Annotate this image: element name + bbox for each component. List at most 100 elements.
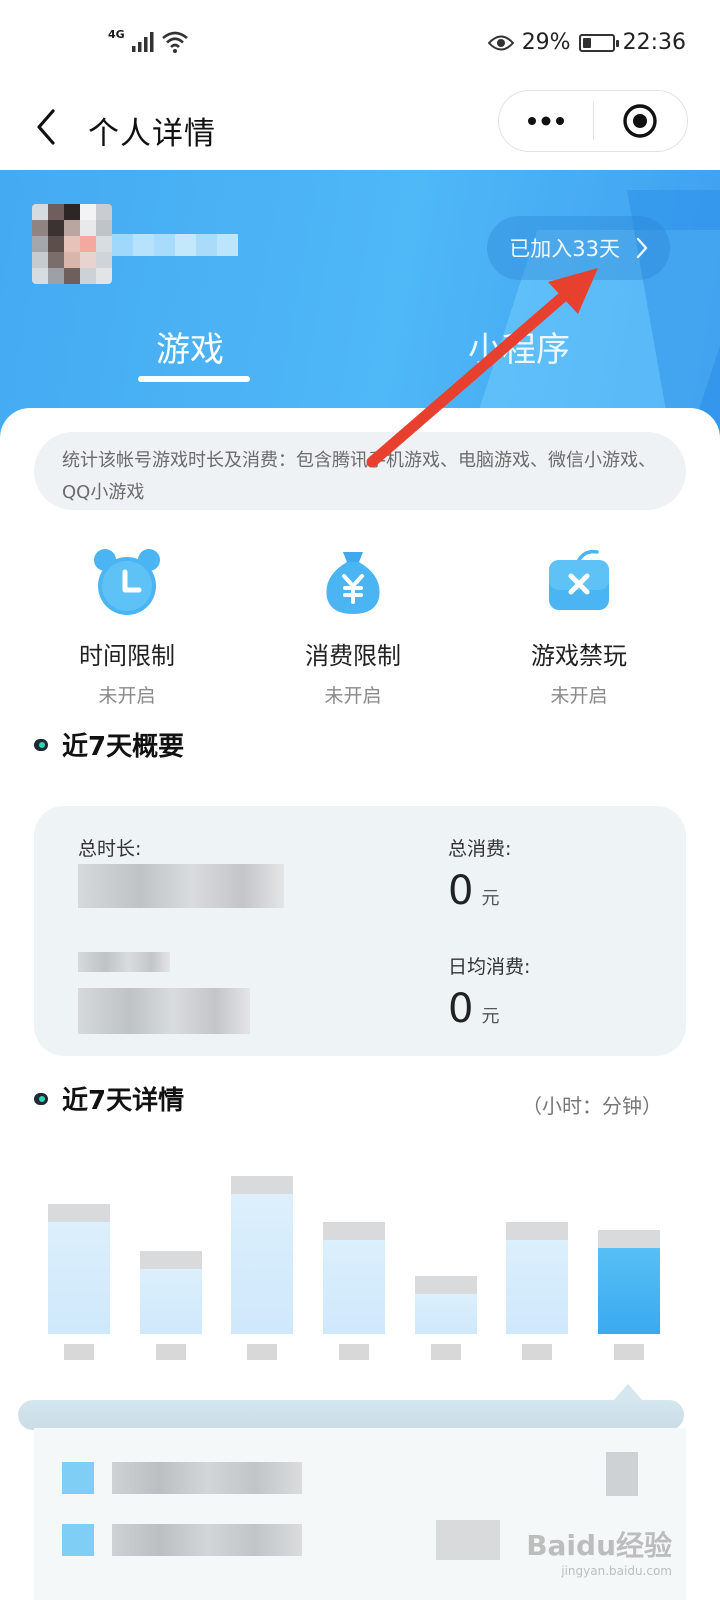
- avatar-pixel: [48, 268, 64, 284]
- bar-value-label-obscured: [414, 1276, 477, 1295]
- section-bullet-icon: [34, 738, 48, 751]
- game-ban-icon: [549, 549, 609, 610]
- avatar-pixel: [80, 220, 96, 236]
- time-limit-feature[interactable]: 时间限制 未开启: [17, 546, 237, 708]
- x-tick-label-obscured: [613, 1344, 644, 1360]
- network-type: 4G: [108, 27, 125, 41]
- avatar-pixel: [32, 204, 48, 220]
- daily-duration-label-obscured: [78, 952, 170, 972]
- game-ban-feature[interactable]: 游戏禁玩 未开启: [469, 546, 689, 708]
- x-tick-label-obscured: [155, 1344, 186, 1360]
- avatar-pixel: [96, 268, 112, 284]
- detail-row[interactable]: [62, 1462, 302, 1494]
- network-indicators: 4G: [108, 27, 189, 54]
- chart-bar[interactable]: [231, 1193, 294, 1334]
- clock: 22:36: [622, 30, 686, 55]
- feature-label: 消费限制: [305, 642, 401, 670]
- avatar-pixel: [48, 236, 64, 252]
- x-tick-label-obscured: [522, 1344, 553, 1360]
- chart-bar[interactable]: [322, 1240, 385, 1334]
- detail-row[interactable]: [62, 1524, 302, 1556]
- x-tick-label-obscured: [338, 1344, 369, 1360]
- more-dots-icon: [527, 116, 564, 126]
- total-spend-label: 总消费:: [448, 838, 512, 860]
- profile-header: 已加入33天 游戏 小程序: [0, 170, 720, 440]
- watermark-url: jingyan.baidu.com: [561, 1564, 672, 1578]
- avatar-pixel: [80, 252, 96, 268]
- chart-bar[interactable]: [48, 1222, 110, 1334]
- x-tick-label-obscured: [430, 1344, 461, 1360]
- bar-value-label-obscured: [597, 1229, 660, 1248]
- details-section-title: 近7天详情: [34, 1080, 184, 1117]
- battery-icon: [578, 33, 619, 52]
- bar-value-label-obscured: [139, 1251, 202, 1270]
- detail-value-obscured: [436, 1520, 500, 1560]
- daily-spend-label: 日均消费:: [448, 956, 531, 978]
- section-title-text: 近7天概要: [62, 732, 185, 762]
- chart-bar[interactable]: [139, 1269, 202, 1334]
- section-title-text: 近7天详情: [62, 1086, 185, 1116]
- daily-spend-amount: 0: [448, 986, 474, 1032]
- battery-percent: 29%: [521, 30, 571, 55]
- game-name-obscured: [112, 1524, 302, 1556]
- nickname-obscured: [112, 234, 238, 256]
- close-miniprogram-button[interactable]: [594, 91, 688, 151]
- summary-card: 总时长: 总消费: 0元 日均消费: 0元: [34, 806, 686, 1056]
- avatar-pixel: [96, 236, 112, 252]
- feature-status: 未开启: [98, 685, 156, 707]
- feature-status: 未开启: [550, 685, 608, 707]
- avatar-pixel: [32, 220, 48, 236]
- wifi-icon: [161, 31, 188, 53]
- joined-days-button[interactable]: 已加入33天: [487, 216, 670, 280]
- avatar-pixel: [80, 204, 96, 220]
- back-button[interactable]: [28, 102, 64, 152]
- total-duration-label: 总时长:: [78, 838, 142, 860]
- chart-bar[interactable]: [414, 1294, 477, 1334]
- joined-days-label: 已加入33天: [509, 237, 620, 261]
- eye-icon: [487, 35, 514, 50]
- tab-mini-programs[interactable]: 小程序: [468, 322, 570, 371]
- game-name-obscured: [112, 1462, 302, 1494]
- battery-level: [582, 37, 592, 48]
- avatar-pixel: [32, 252, 48, 268]
- avatar-pixel: [32, 236, 48, 252]
- bar-value-label-obscured: [48, 1204, 110, 1223]
- tab-games[interactable]: 游戏: [156, 322, 224, 371]
- avatar-pixel: [96, 220, 112, 236]
- summary-section-title: 近7天概要: [34, 726, 184, 763]
- currency-unit: 元: [481, 888, 500, 909]
- spending-limit-feature[interactable]: 消费限制 未开启: [243, 546, 463, 708]
- avatar-pixel: [64, 252, 80, 268]
- watermark-brand: Baidu经验: [526, 1529, 672, 1562]
- avatar-pixel: [64, 268, 80, 284]
- chart-bar[interactable]: [597, 1247, 660, 1334]
- avatar-pixel: [64, 220, 80, 236]
- avatar-pixel: [48, 204, 64, 220]
- navigation-bar: 个人详情: [0, 90, 720, 170]
- miniprogram-capsule: [498, 90, 688, 152]
- game-color-swatch: [62, 1462, 94, 1494]
- avatar-pixel: [64, 204, 80, 220]
- total-duration-value-obscured: [78, 864, 284, 908]
- target-close-icon: [623, 104, 657, 138]
- watermark: Baidu经验 jingyan.baidu.com: [526, 1524, 672, 1578]
- money-bag-icon: [326, 552, 380, 614]
- chevron-right-icon: [636, 237, 648, 259]
- more-button[interactable]: [499, 91, 593, 151]
- bar-value-label-obscured: [506, 1222, 569, 1241]
- avatar-pixel: [48, 252, 64, 268]
- day-detail-header: [18, 1400, 684, 1430]
- page-title: 个人详情: [88, 116, 216, 152]
- avatar[interactable]: [32, 204, 112, 284]
- chart-bar[interactable]: [506, 1240, 569, 1334]
- x-tick-label-obscured: [64, 1344, 94, 1360]
- avatar-pixel: [32, 268, 48, 284]
- avatar-pixel: [80, 268, 96, 284]
- active-tab-indicator: [138, 376, 250, 382]
- bar-value-label-obscured: [322, 1222, 385, 1241]
- avatar-pixel: [64, 236, 80, 252]
- control-features: 时间限制 未开启 消费限制 未开启 游戏禁玩 未开启: [0, 546, 720, 707]
- alarm-clock-icon: [94, 549, 160, 615]
- feature-label: 游戏禁玩: [531, 642, 627, 670]
- content-sheet: 统计该帐号游戏时长及消费：包含腾讯手机游戏、电脑游戏、微信小游戏、QQ小游戏 时…: [0, 408, 720, 1600]
